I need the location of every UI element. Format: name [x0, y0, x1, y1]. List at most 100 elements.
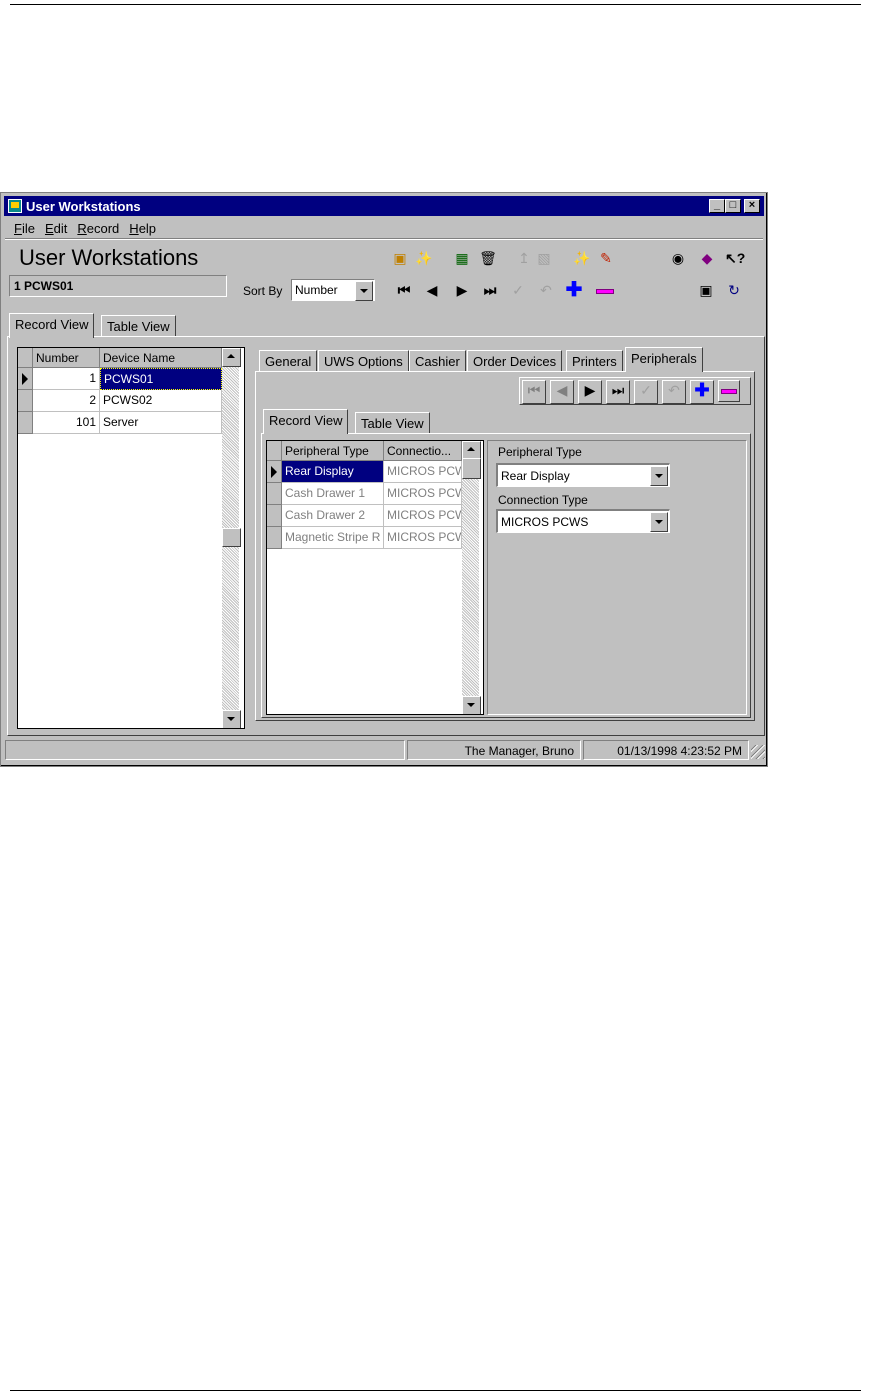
minimize-button[interactable]: _ [709, 199, 725, 213]
table-row-number[interactable]: 1 [33, 368, 100, 390]
edit-icon[interactable]: ✎ [597, 249, 615, 267]
report-icon[interactable]: ▣ [391, 249, 409, 267]
undo-icon[interactable]: ↶ [662, 380, 686, 404]
table-row-type[interactable]: Rear Display [282, 461, 384, 483]
scroll-down-button[interactable] [222, 710, 241, 728]
current-record-field: 1 PCWS01 [9, 275, 227, 297]
disabled-a-icon: ↥ [518, 250, 530, 266]
connection-type-select[interactable]: MICROS PCWS [496, 509, 670, 533]
tab-inner-record-view[interactable]: Record View [263, 409, 349, 434]
page-bottom-rule [10, 1390, 861, 1391]
refresh-icon[interactable]: ↻ [725, 281, 743, 299]
table-row-connection[interactable]: MICROS PCW [384, 483, 462, 505]
row-selector[interactable] [267, 483, 282, 505]
last-record-icon[interactable]: ⏭ [606, 380, 630, 404]
tab-uws-options[interactable]: UWS Options [318, 350, 409, 372]
menu-record[interactable]: Record [72, 221, 124, 236]
tab-peripherals[interactable]: Peripherals [625, 347, 703, 372]
close-button[interactable]: × [744, 199, 760, 213]
status-message [5, 740, 405, 760]
whats-this-icon[interactable]: ↖? [725, 249, 745, 267]
delete-record-icon[interactable] [596, 289, 614, 294]
row-selector[interactable] [18, 412, 33, 434]
vertical-scrollbar[interactable] [222, 348, 241, 728]
tab-order-devices[interactable]: Order Devices [467, 350, 563, 372]
first-record-icon[interactable]: ⏮ [522, 380, 546, 404]
scroll-thumb[interactable] [222, 528, 241, 547]
table-row-type[interactable]: Cash Drawer 2 [282, 505, 384, 527]
scroll-down-button[interactable] [462, 696, 481, 714]
column-header-number[interactable]: Number [33, 348, 100, 368]
table-row-type[interactable]: Magnetic Stripe R [282, 527, 384, 549]
sort-by-label: Sort By [243, 284, 283, 298]
prev-record-icon[interactable]: ◀ [550, 380, 574, 404]
table-row-number[interactable]: 2 [33, 390, 100, 412]
tab-inner-table-view[interactable]: Table View [355, 412, 430, 434]
tab-record-view[interactable]: Record View [9, 313, 95, 338]
column-header-device-name[interactable]: Device Name [100, 348, 222, 368]
grid-corner [267, 441, 282, 461]
table-row-connection[interactable]: MICROS PCW [384, 527, 462, 549]
window-title: User Workstations [26, 198, 141, 214]
vertical-scrollbar[interactable] [462, 441, 481, 714]
tab-printers[interactable]: Printers [566, 350, 623, 372]
menu-bar: File Edit Record Help [9, 218, 161, 238]
table-row-name[interactable]: Server [100, 412, 222, 434]
row-selector[interactable] [18, 390, 33, 412]
last-record-icon[interactable]: ⏭ [481, 281, 499, 299]
table-row-connection[interactable]: MICROS PCW [384, 461, 462, 483]
sort-by-select[interactable]: Number [291, 279, 375, 301]
confirm-icon[interactable]: ✓ [634, 380, 658, 404]
monitor-icon[interactable]: ▣ [697, 281, 715, 299]
chevron-down-icon[interactable] [650, 466, 668, 486]
peripheral-type-select[interactable]: Rear Display [496, 463, 670, 487]
delete-icon[interactable]: 🗑 [479, 249, 497, 267]
resize-grip-icon[interactable] [751, 745, 765, 759]
table-row-name[interactable]: PCWS01 [100, 368, 222, 390]
confirm-icon[interactable]: ✓ [509, 281, 527, 299]
connection-type-label: Connection Type [498, 493, 588, 507]
tab-general[interactable]: General [259, 350, 318, 372]
status-datetime: 01/13/1998 4:23:52 PM [583, 740, 749, 760]
row-selector[interactable] [18, 368, 33, 390]
table-row-number[interactable]: 101 [33, 412, 100, 434]
table-row-connection[interactable]: MICROS PCW [384, 505, 462, 527]
peripherals-grid: Peripheral Type Connectio... Rear Displa… [266, 440, 484, 715]
copy-record-icon[interactable]: ▦ [453, 249, 471, 267]
scroll-up-button[interactable] [222, 348, 241, 367]
chevron-down-icon[interactable] [355, 281, 373, 301]
maximize-button[interactable]: □ [725, 199, 741, 213]
grid-corner [18, 348, 33, 368]
row-selector[interactable] [267, 461, 282, 483]
table-row-name[interactable]: PCWS02 [100, 390, 222, 412]
row-selector[interactable] [267, 527, 282, 549]
add-record-icon[interactable]: ✚ [690, 380, 714, 404]
add-record-icon[interactable]: ✚ [565, 280, 583, 300]
tab-table-view[interactable]: Table View [101, 315, 176, 337]
column-header-connection[interactable]: Connectio... [384, 441, 462, 461]
table-row-type[interactable]: Cash Drawer 1 [282, 483, 384, 505]
book-icon[interactable]: ◆ [698, 249, 716, 267]
next-record-icon[interactable]: ▶ [578, 380, 602, 404]
title-bar[interactable]: User Workstations _ □ × [4, 196, 764, 216]
delete-record-button[interactable] [718, 380, 740, 402]
chevron-down-icon[interactable] [650, 512, 668, 532]
menu-edit[interactable]: Edit [40, 221, 72, 236]
row-selector[interactable] [267, 505, 282, 527]
status-user: The Manager, Bruno [407, 740, 581, 760]
next-record-icon[interactable]: ▶ [453, 281, 471, 299]
disabled-b-icon: ▧ [537, 250, 551, 266]
find-icon[interactable]: ◉ [669, 249, 687, 267]
menu-file[interactable]: File [9, 221, 40, 236]
wizard-icon[interactable]: ✨ [415, 249, 433, 267]
user-workstations-window: User Workstations _ □ × File Edit Record… [0, 192, 768, 767]
tab-cashier[interactable]: Cashier [409, 350, 466, 372]
prev-record-icon[interactable]: ◀ [423, 281, 441, 299]
scroll-thumb[interactable] [462, 458, 481, 479]
first-record-icon[interactable]: ⏮ [395, 281, 413, 299]
column-header-peripheral-type[interactable]: Peripheral Type [282, 441, 384, 461]
menu-separator [5, 238, 763, 240]
peripherals-nav-toolbar: ⏮ ◀ ▶ ⏭ ✓ ↶ ✚ [519, 377, 751, 405]
undo-icon[interactable]: ↶ [537, 281, 555, 299]
menu-help[interactable]: Help [124, 221, 161, 236]
